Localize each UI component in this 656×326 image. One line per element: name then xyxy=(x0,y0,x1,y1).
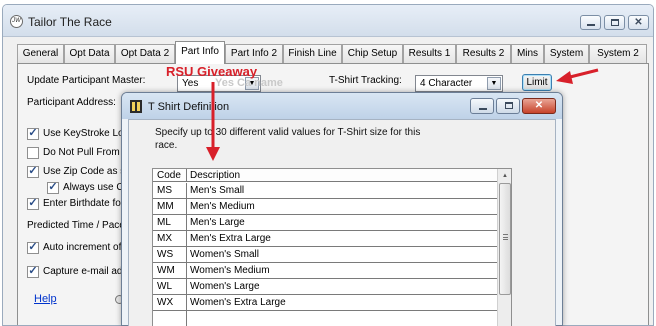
annotation-arrow-left xyxy=(569,68,599,79)
arrow-head-icon xyxy=(556,71,573,84)
arrow-head-icon xyxy=(206,147,220,161)
annotation-arrows xyxy=(206,68,599,161)
